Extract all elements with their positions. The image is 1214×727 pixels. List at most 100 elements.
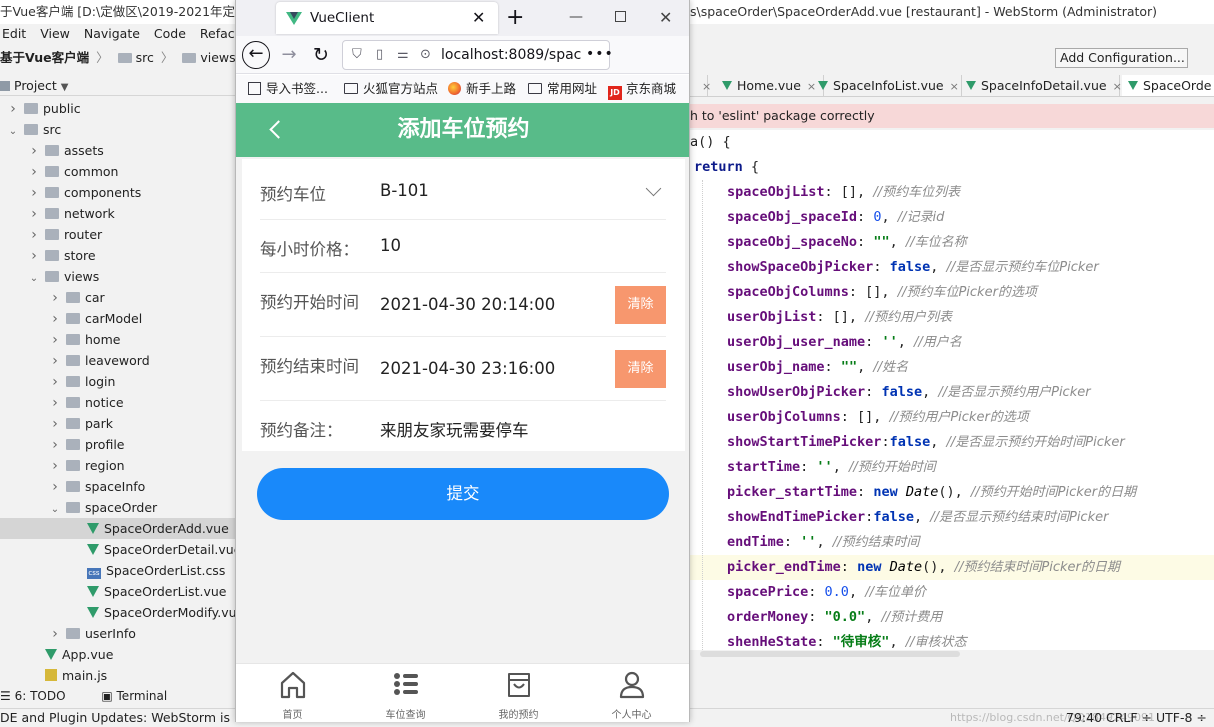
tree-item-userinfo[interactable]: › userInfo xyxy=(0,623,240,644)
code-line[interactable]: userObj_name: "", //姓名 xyxy=(690,355,1214,380)
code-line[interactable]: spaceObjList: [], //预约车位列表 xyxy=(690,180,1214,205)
code-line[interactable]: showEndTimePicker:false, //是否显示预约结束时间Pic… xyxy=(690,505,1214,530)
breadcrumb-views[interactable]: views xyxy=(200,50,235,65)
bookmark-firefox-site[interactable]: 火狐官方站点 xyxy=(344,75,438,103)
add-configuration-button[interactable]: Add Configuration... xyxy=(1055,48,1188,68)
field-value-space[interactable]: B-101 xyxy=(380,181,429,200)
tree-item-public[interactable]: › public xyxy=(0,98,240,119)
status-message[interactable]: DE and Plugin Updates: WebStorm is re xyxy=(0,709,247,727)
chevron-down-icon[interactable]: ▼ xyxy=(61,82,69,93)
chevron-right-icon[interactable]: › xyxy=(50,456,60,476)
page-actions-icon[interactable]: ••• xyxy=(586,41,614,67)
chevron-right-icon[interactable]: › xyxy=(29,225,39,245)
code-line[interactable]: endTime: '', //预约结束时间 xyxy=(690,530,1214,555)
code-line[interactable]: spaceObj_spaceNo: "", //车位名称 xyxy=(690,230,1214,255)
tree-item-store[interactable]: › store xyxy=(0,245,240,266)
new-tab-button[interactable]: + xyxy=(506,0,524,36)
tree-item-main-js[interactable]: main.js xyxy=(0,665,240,686)
chevron-right-icon[interactable]: › xyxy=(29,162,39,182)
menu-view[interactable]: View xyxy=(40,26,70,41)
submit-button[interactable]: 提交 xyxy=(257,468,669,520)
close-tab-icon[interactable]: ✕ xyxy=(472,2,485,34)
editor-tab-home[interactable]: Home.vue × xyxy=(716,75,824,96)
url-bar[interactable]: ⛉ ▯ ⚌ ⊙ localhost:8089/space ••• xyxy=(342,40,613,70)
bookmark-jd[interactable]: JD 京东商城 xyxy=(608,75,676,103)
menu-refactor[interactable]: Refactor xyxy=(200,26,240,41)
tree-item-src[interactable]: ⌄ src xyxy=(0,119,240,140)
forward-button[interactable]: → xyxy=(274,40,304,70)
chevron-right-icon[interactable]: › xyxy=(50,435,60,455)
field-value-end-time[interactable]: 2021-04-30 23:16:00 xyxy=(380,359,555,378)
chevron-right-icon[interactable]: › xyxy=(50,624,60,644)
close-icon[interactable]: × xyxy=(702,80,711,93)
code-editor[interactable]: a() {return {spaceObjList: [], //预约车位列表 s… xyxy=(690,130,1214,650)
chevron-right-icon[interactable]: › xyxy=(29,246,39,266)
chevron-down-icon[interactable]: ⌄ xyxy=(29,268,39,287)
clear-start-button[interactable]: 清除 xyxy=(615,286,666,324)
tree-item-region[interactable]: › region xyxy=(0,455,240,476)
code-line[interactable]: userObjList: [], //预约用户列表 xyxy=(690,305,1214,330)
tree-item-home[interactable]: › home xyxy=(0,329,240,350)
shield-icon[interactable]: ⛉ xyxy=(352,41,362,69)
tab-space-query[interactable]: 车位查询 xyxy=(349,664,462,722)
field-memo[interactable]: 预约备注： 来朋友家玩需要停车 xyxy=(260,401,666,451)
menu-code[interactable]: Code xyxy=(154,26,186,41)
tree-item-login[interactable]: › login xyxy=(0,371,240,392)
code-line[interactable]: showStartTimePicker:false, //是否显示预约开始时间P… xyxy=(690,430,1214,455)
chevron-right-icon[interactable]: › xyxy=(50,414,60,434)
chevron-down-icon[interactable]: ⌄ xyxy=(8,121,18,140)
close-icon[interactable]: × xyxy=(1113,80,1122,93)
chevron-right-icon[interactable]: › xyxy=(29,204,39,224)
code-line[interactable]: userObjColumns: [], //预约用户Picker的选项 xyxy=(690,405,1214,430)
field-end-time[interactable]: 预约结束时间 2021-04-30 23:16:00 清除 xyxy=(260,337,666,401)
code-line[interactable]: return { xyxy=(690,155,1214,180)
reload-button[interactable]: ↻ xyxy=(306,40,336,70)
code-line[interactable]: spaceObj_spaceId: 0, //记录id xyxy=(690,205,1214,230)
tree-item-app-vue[interactable]: App.vue xyxy=(0,644,240,665)
minimize-button[interactable]: — xyxy=(569,0,583,34)
editor-horizontal-scrollbar[interactable] xyxy=(690,650,1214,658)
field-value-start-time[interactable]: 2021-04-30 20:14:00 xyxy=(380,295,555,314)
permissions-icon[interactable]: ⚌ xyxy=(397,41,409,69)
field-value-memo[interactable]: 来朋友家玩需要停车 xyxy=(380,417,529,441)
chevron-down-icon[interactable] xyxy=(645,180,662,197)
chevron-right-icon[interactable]: › xyxy=(29,141,39,161)
tree-item-spaceorderdetail-vue[interactable]: SpaceOrderDetail.vue xyxy=(0,539,240,560)
breadcrumb-project[interactable]: 基于Vue客户端 xyxy=(0,50,89,65)
close-icon[interactable]: × xyxy=(950,80,959,93)
tab-home[interactable]: 首页 xyxy=(236,664,349,722)
code-line[interactable]: picker_endTime: new Date(), //预约结束时间Pick… xyxy=(690,555,1214,580)
code-line[interactable]: spacePrice: 0.0, //车位单价 xyxy=(690,580,1214,605)
chevron-right-icon[interactable]: › xyxy=(8,99,18,119)
code-line[interactable]: userObj_user_name: '', //用户名 xyxy=(690,330,1214,355)
field-start-time[interactable]: 预约开始时间 2021-04-30 20:14:00 清除 xyxy=(260,273,666,337)
site-info-icon[interactable]: ⊙ xyxy=(420,41,431,69)
chevron-right-icon[interactable]: › xyxy=(50,372,60,392)
tree-item-router[interactable]: › router xyxy=(0,224,240,245)
bookmark-import[interactable]: 导入书签... xyxy=(248,75,328,103)
tree-item-leaveword[interactable]: › leaveword xyxy=(0,350,240,371)
tree-item-carmodel[interactable]: › carModel xyxy=(0,308,240,329)
status-position[interactable]: 79:40 CRLF ÷ UTF-8 ÷ xyxy=(1066,709,1207,727)
editor-tab-spaceinfodetail[interactable]: SpaceInfoDetail.vue × xyxy=(960,75,1122,96)
scrollbar-thumb[interactable] xyxy=(700,651,960,657)
chevron-right-icon[interactable]: › xyxy=(29,183,39,203)
tree-item-spaceorder[interactable]: ⌄ spaceOrder xyxy=(0,497,240,518)
editor-tab-partial[interactable]: × xyxy=(690,75,711,96)
tree-item-common[interactable]: › common xyxy=(0,161,240,182)
chevron-right-icon[interactable]: › xyxy=(50,477,60,497)
code-line[interactable]: showUserObjPicker: false, //是否显示预约用户Pick… xyxy=(690,380,1214,405)
code-line[interactable]: showSpaceObjPicker: false, //是否显示预约车位Pic… xyxy=(690,255,1214,280)
tree-item-notice[interactable]: › notice xyxy=(0,392,240,413)
editor-tab-spaceinfolist[interactable]: SpaceInfoList.vue × xyxy=(812,75,962,96)
tree-item-spaceinfo[interactable]: › spaceInfo xyxy=(0,476,240,497)
tree-item-views[interactable]: ⌄ views xyxy=(0,266,240,287)
code-line[interactable]: a() { xyxy=(690,130,1214,155)
tab-my-orders[interactable]: 我的预约 xyxy=(462,664,575,722)
chevron-right-icon[interactable]: › xyxy=(50,288,60,308)
tab-profile[interactable]: 个人中心 xyxy=(575,664,688,722)
bookmark-getting-started[interactable]: 新手上路 xyxy=(448,75,516,103)
tree-item-spaceorderlist-vue[interactable]: SpaceOrderList.vue xyxy=(0,581,240,602)
chevron-right-icon[interactable]: › xyxy=(50,351,60,371)
url-text[interactable]: localhost:8089/space xyxy=(441,41,581,69)
